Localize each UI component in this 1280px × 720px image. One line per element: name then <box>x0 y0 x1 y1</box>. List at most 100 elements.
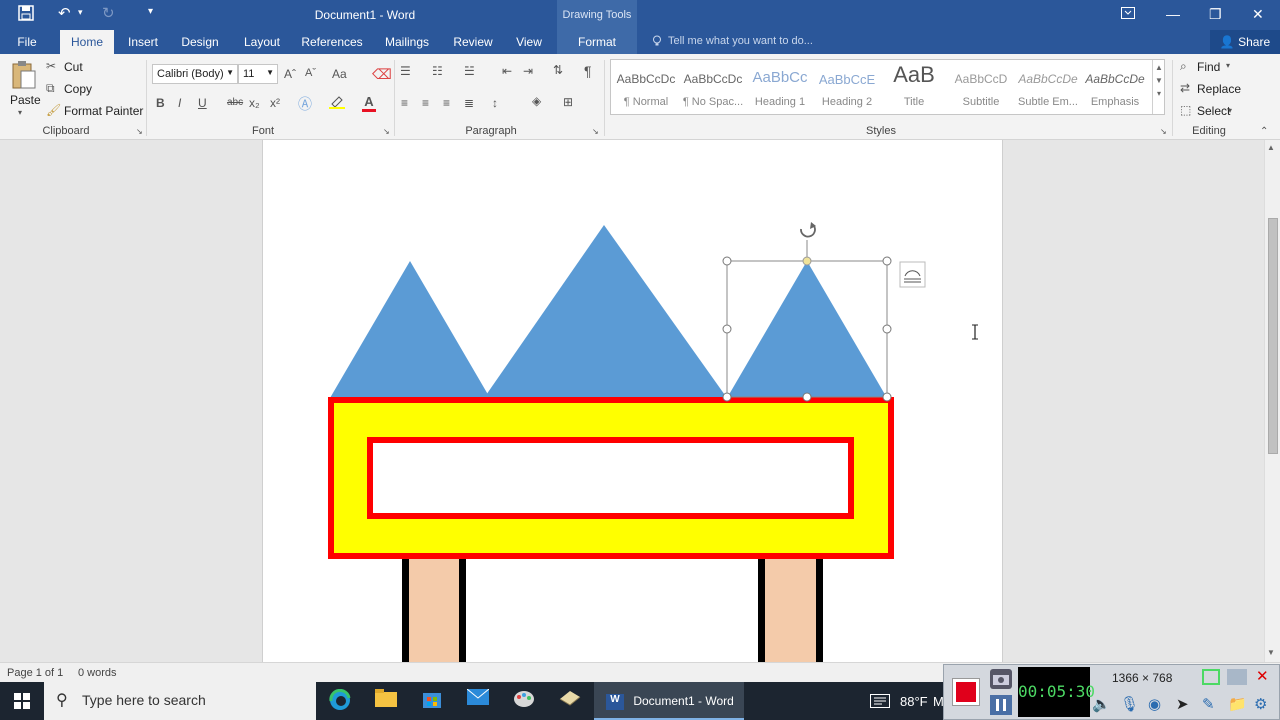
more-styles-icon[interactable]: ▾ <box>1153 89 1165 98</box>
grow-font-icon[interactable]: Aˆ <box>284 67 296 81</box>
borders-icon[interactable]: ⊞ <box>563 95 573 109</box>
chevron-down-icon[interactable]: ▼ <box>1153 76 1165 85</box>
news-widget-icon[interactable] <box>870 694 890 711</box>
line-spacing-icon[interactable]: ↕ <box>492 96 498 110</box>
tab-format[interactable]: Format <box>557 30 637 54</box>
paragraph-launcher-icon[interactable]: ↘ <box>592 127 599 136</box>
resize-handle[interactable] <box>882 324 892 334</box>
folder-icon[interactable]: 📁 <box>1228 695 1250 717</box>
align-center-icon[interactable]: ≡ <box>422 96 429 110</box>
triangle-middle[interactable] <box>484 225 727 398</box>
replace-icon[interactable]: ⇄ <box>1180 81 1190 95</box>
layout-options-icon[interactable] <box>899 261 926 288</box>
chevron-up-icon[interactable]: ▲ <box>1153 63 1165 72</box>
stop-record-button[interactable] <box>952 678 980 706</box>
undo-dropdown-icon[interactable]: ▾ <box>78 7 83 18</box>
tab-layout[interactable]: Layout <box>238 30 286 54</box>
select-icon[interactable]: ⬚ <box>1180 103 1191 117</box>
styles-scroll[interactable]: ▲ ▼ ▾ <box>1152 60 1165 114</box>
justify-icon[interactable]: ≣ <box>464 96 474 110</box>
store-icon[interactable] <box>410 682 454 720</box>
style-normal[interactable]: AaBbCcDc ¶ Normal <box>612 60 680 114</box>
tab-references[interactable]: References <box>300 30 364 54</box>
style-heading-2[interactable]: AaBbCcE Heading 2 <box>813 60 881 114</box>
styles-launcher-icon[interactable]: ↘ <box>1160 127 1167 136</box>
find-button[interactable]: Find <box>1197 60 1220 74</box>
triangle-right-selected[interactable] <box>727 261 887 398</box>
sign-post-left[interactable] <box>403 558 465 662</box>
format-painter-icon[interactable]: 🖌 <box>46 103 61 117</box>
align-right-icon[interactable]: ≡ <box>443 96 450 110</box>
paste-dropdown-icon[interactable]: ▾ <box>18 108 22 117</box>
ribbon-display-options-icon[interactable] <box>1121 6 1135 22</box>
paste-button-label[interactable]: Paste <box>10 93 41 107</box>
region-select-icon[interactable] <box>1202 669 1220 685</box>
select-button[interactable]: Select <box>1197 104 1230 118</box>
resize-handle[interactable] <box>722 324 732 334</box>
mail-icon[interactable] <box>456 682 500 720</box>
speaker-icon[interactable]: 🔈 <box>1092 695 1114 717</box>
file-explorer-icon[interactable] <box>364 682 408 720</box>
resize-handle[interactable] <box>882 392 892 402</box>
bold-icon[interactable]: B <box>156 96 165 110</box>
highlight-icon[interactable] <box>329 95 345 112</box>
style-heading-1[interactable]: AaBbCc Heading 1 <box>746 60 814 114</box>
clipboard-launcher-icon[interactable]: ↘ <box>136 127 143 136</box>
close-icon[interactable]: ✕ <box>1252 6 1264 23</box>
tell-me-search[interactable]: Tell me what you want to do... <box>668 35 813 47</box>
resize-handle[interactable] <box>722 392 732 402</box>
resize-handle[interactable] <box>722 256 732 266</box>
minimize-recorder-icon[interactable] <box>1227 669 1247 685</box>
copy-icon[interactable]: ⧉ <box>46 81 55 96</box>
resize-handle[interactable] <box>882 256 892 266</box>
chevron-down-icon[interactable]: ▾ <box>1226 61 1230 70</box>
increase-indent-icon[interactable]: ⇥ <box>523 64 533 78</box>
document-page[interactable] <box>262 140 1003 662</box>
windows-start-icon[interactable] <box>14 693 30 712</box>
cursor-icon[interactable]: ➤ <box>1176 695 1198 717</box>
triangle-left[interactable] <box>330 261 490 398</box>
sort-icon[interactable]: ⇅ <box>553 63 563 77</box>
style-title[interactable]: AaB Title <box>880 60 948 114</box>
sign-inner-panel[interactable] <box>367 437 854 519</box>
numbering-icon[interactable]: ☷ <box>432 64 443 78</box>
change-case-icon[interactable]: Aa <box>332 67 347 81</box>
share-button[interactable]: 👤 Share <box>1210 30 1280 54</box>
save-icon[interactable] <box>18 5 34 25</box>
text-effects-icon[interactable]: Ⓐ <box>298 94 312 114</box>
font-family-select[interactable]: Calibri (Body) ▼ <box>152 64 238 84</box>
resize-handle[interactable] <box>802 392 812 402</box>
scroll-down-icon[interactable]: ▼ <box>1267 648 1275 657</box>
show-formatting-icon[interactable]: ¶ <box>584 63 592 79</box>
style-subtle-emphasis[interactable]: AaBbCcDe Subtle Em... <box>1014 60 1082 114</box>
page-count[interactable]: Page 1 of 1 <box>7 667 63 679</box>
temperature[interactable]: 88°F <box>900 694 928 709</box>
taskbar-word-button[interactable]: W Document1 - Word <box>594 682 744 720</box>
restore-icon[interactable]: ❐ <box>1209 6 1222 23</box>
tab-design[interactable]: Design <box>176 30 224 54</box>
strikethrough-icon[interactable]: abc <box>227 97 243 108</box>
format-painter-button[interactable]: Format Painter <box>64 104 143 118</box>
tab-home[interactable]: Home <box>60 30 114 54</box>
scissors-icon[interactable]: ✂ <box>46 59 56 73</box>
sign-post-right[interactable] <box>760 558 822 662</box>
tab-review[interactable]: Review <box>450 30 496 54</box>
scroll-up-icon[interactable]: ▲ <box>1267 143 1275 152</box>
shading-icon[interactable]: ◈ <box>532 94 541 108</box>
chevron-down-icon[interactable]: ▾ <box>1228 106 1232 115</box>
align-left-icon[interactable]: ≡ <box>401 96 408 110</box>
find-icon[interactable]: ⌕ <box>1180 59 1187 74</box>
cut-button[interactable]: Cut <box>64 60 83 74</box>
font-color-icon[interactable]: A <box>362 94 376 112</box>
close-recorder-icon[interactable]: ✕ <box>1256 667 1269 685</box>
microphone-icon[interactable]: 🎙 <box>1120 695 1142 717</box>
font-size-select[interactable]: 11 ▼ <box>238 64 278 84</box>
vertical-scrollbar[interactable]: ▲ ▼ <box>1264 140 1280 662</box>
italic-icon[interactable]: I <box>178 96 181 110</box>
decrease-indent-icon[interactable]: ⇤ <box>502 64 512 78</box>
redo-icon[interactable]: ↻ <box>102 4 115 22</box>
multilevel-list-icon[interactable]: ☱ <box>464 64 475 78</box>
replace-button[interactable]: Replace <box>1197 82 1241 96</box>
taskbar-search[interactable]: ⚲ Type here to search <box>44 682 316 720</box>
bullets-icon[interactable]: ☰ <box>400 64 411 78</box>
